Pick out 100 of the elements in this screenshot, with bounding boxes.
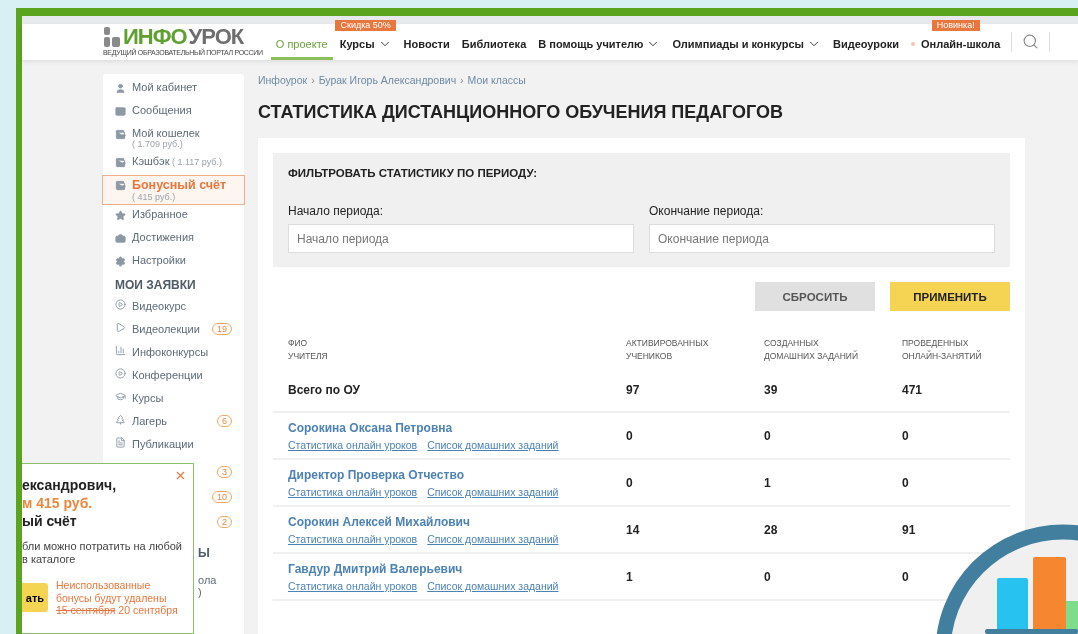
logo-text: УРОК [188,26,244,49]
date-input-field[interactable]: Окончание периода [649,224,995,253]
nav-badge: Новинка! [931,19,980,31]
sidebar-icon [115,106,126,117]
table-cell-text: 0 [902,475,910,490]
sidebar-item[interactable]: Лагерь 6 [102,409,245,432]
old-date-text: 15 сентября [56,604,116,616]
stats-link[interactable]: Список домашних заданий [427,486,559,498]
reset-button[interactable]: СБРОСИТЬ [755,282,875,311]
sidebar-item[interactable]: Избранное [102,205,245,228]
stats-link[interactable]: Список домашних заданий [427,533,559,545]
table-cell-text: 0 [626,428,634,443]
nav-link[interactable]: Видеоуроки [827,30,904,60]
sidebar-item[interactable]: Настройки [102,251,245,274]
breadcrumb-separator: › [311,74,315,86]
stats-link[interactable]: Статистика онлайн уроков [288,439,418,451]
stats-link[interactable]: Статистика онлайн уроков [288,533,418,545]
table-cell-text: 0 [764,569,772,584]
sidebar-item[interactable]: Мой кошелек ( 1.709 руб.) [102,124,245,152]
column-header: ПРОВЕДЕННЫХ [902,337,970,350]
table-cell-text: 91 [902,522,917,537]
stats-link[interactable]: Статистика онлайн уроков [288,486,418,498]
table-cell-text: 471 [902,383,924,397]
sidebar-icon [115,157,126,168]
nav-link[interactable]: Олимпиады и конкурсы [667,30,826,60]
column-header: ОНЛАЙН-ЗАНЯТИЙ [902,350,983,363]
table-cell-text: 14 [626,522,641,537]
popup-heading-line: ександрович, [22,476,118,494]
sidebar-icon [115,414,126,425]
sidebar-icon [115,180,126,191]
popup-heading-line: м 415 руб. [22,494,94,512]
column-header: УЧЕНИКОВ [626,350,674,363]
sidebar-item[interactable]: Мой кабинет [102,78,245,101]
teacher-link[interactable]: Сорокин Алексей Михайлович [288,515,626,529]
section-heading: Ы [198,546,210,560]
nav-link[interactable]: В помощь учителю [533,30,666,60]
apply-button[interactable]: ПРИМЕНИТЬ [890,282,1010,311]
sidebar-item[interactable]: Курсы [102,386,245,409]
sidebar-item[interactable]: Конференции [102,363,245,386]
new-date-text: 20 сентября [118,604,178,616]
sidebar-icon [115,256,126,267]
teacher-link[interactable]: Сорокина Оксана Петровна [288,421,626,435]
sidebar-item-text: ) [198,586,202,598]
column-header: АКТИВИРОВАННЫХ [626,337,710,350]
table-cell-text: 1 [764,475,772,490]
section-heading: МОИ ЗАЯВКИ [114,277,197,294]
nav-link[interactable]: Библиотека [456,30,532,60]
table-cell-text: 97 [626,383,641,397]
field-label: Начало периода: [288,204,385,218]
nav-link[interactable]: Новости [398,30,455,60]
logo-text: ИНФО [123,26,187,49]
table-cell-text: 0 [764,428,772,443]
sidebar-icon [115,210,126,221]
logo-mark-icon [103,27,121,48]
nav-link[interactable]: Курсы [334,30,397,60]
filter-title: ФИЛЬТРОВАТЬ СТАТИСТИКУ ПО ПЕРИОДУ: [288,167,539,179]
popup-text: в каталоге [22,553,77,566]
sidebar-item[interactable]: Сообщения [102,101,245,124]
nav-badge: Скидка 50% [335,19,396,31]
column-header: ФИО [288,337,309,350]
stats-link[interactable]: Список домашних заданий [427,439,559,451]
field-label: Окончание периода: [649,204,765,218]
teacher-link[interactable]: Гавдур Дмитрий Валерьевич [288,562,626,576]
table-cell-text: 1 [626,569,634,584]
date-input-field[interactable]: Начало периода [288,224,634,253]
table-cell-text: 28 [764,522,779,537]
sidebar-item[interactable]: Кэшбэк ( 1.117 руб.) [102,152,245,175]
breadcrumb-link[interactable]: Бурак Игорь Александрович [318,74,457,86]
table-cell-text: 0 [902,428,910,443]
table-cell-text: 0 [626,475,634,490]
column-header: ДОМАШНИХ ЗАДАНИЙ [764,350,860,363]
nav-link[interactable]: О проекте [270,30,333,60]
sidebar-item[interactable]: Достижения [102,228,245,251]
sidebar-icon [115,129,126,140]
sidebar-item[interactable]: Видеокурс [102,294,245,317]
nav-link[interactable]: Онлайн-школа [906,30,1006,60]
sidebar-icon [115,322,126,333]
stats-link[interactable]: Список домашних заданий [427,580,559,592]
column-header: УЧИТЕЛЯ [288,350,329,363]
popup-text: бли можно потратить на любой [22,540,183,553]
sidebar-icon [115,345,126,356]
table-cell-text: 39 [764,383,779,397]
close-button[interactable] [174,469,187,482]
sidebar-item[interactable]: Публикации [102,432,245,455]
breadcrumb-link[interactable]: Мои классы [467,74,526,86]
sidebar-icon [115,437,126,448]
column-header: СОЗДАННЫХ [764,337,820,350]
popup-button[interactable]: ать [22,583,48,612]
popup-heading-line: ый счёт [22,512,78,530]
search-button[interactable] [1011,31,1051,52]
search-icon [1022,33,1040,51]
breadcrumb-link[interactable]: Инфоурок [258,74,308,86]
table-cell-text: 0 [902,569,910,584]
breadcrumb-separator: › [460,74,464,86]
table-cell-text: Всего по ОУ [288,383,361,397]
sidebar-item[interactable]: Видеолекции 19 [102,317,245,340]
sidebar-item[interactable]: Инфоконкурсы [102,340,245,363]
teacher-link[interactable]: Директор Проверка Отчество [288,468,626,482]
stats-link[interactable]: Статистика онлайн уроков [288,580,418,592]
sidebar-icon [115,368,126,379]
